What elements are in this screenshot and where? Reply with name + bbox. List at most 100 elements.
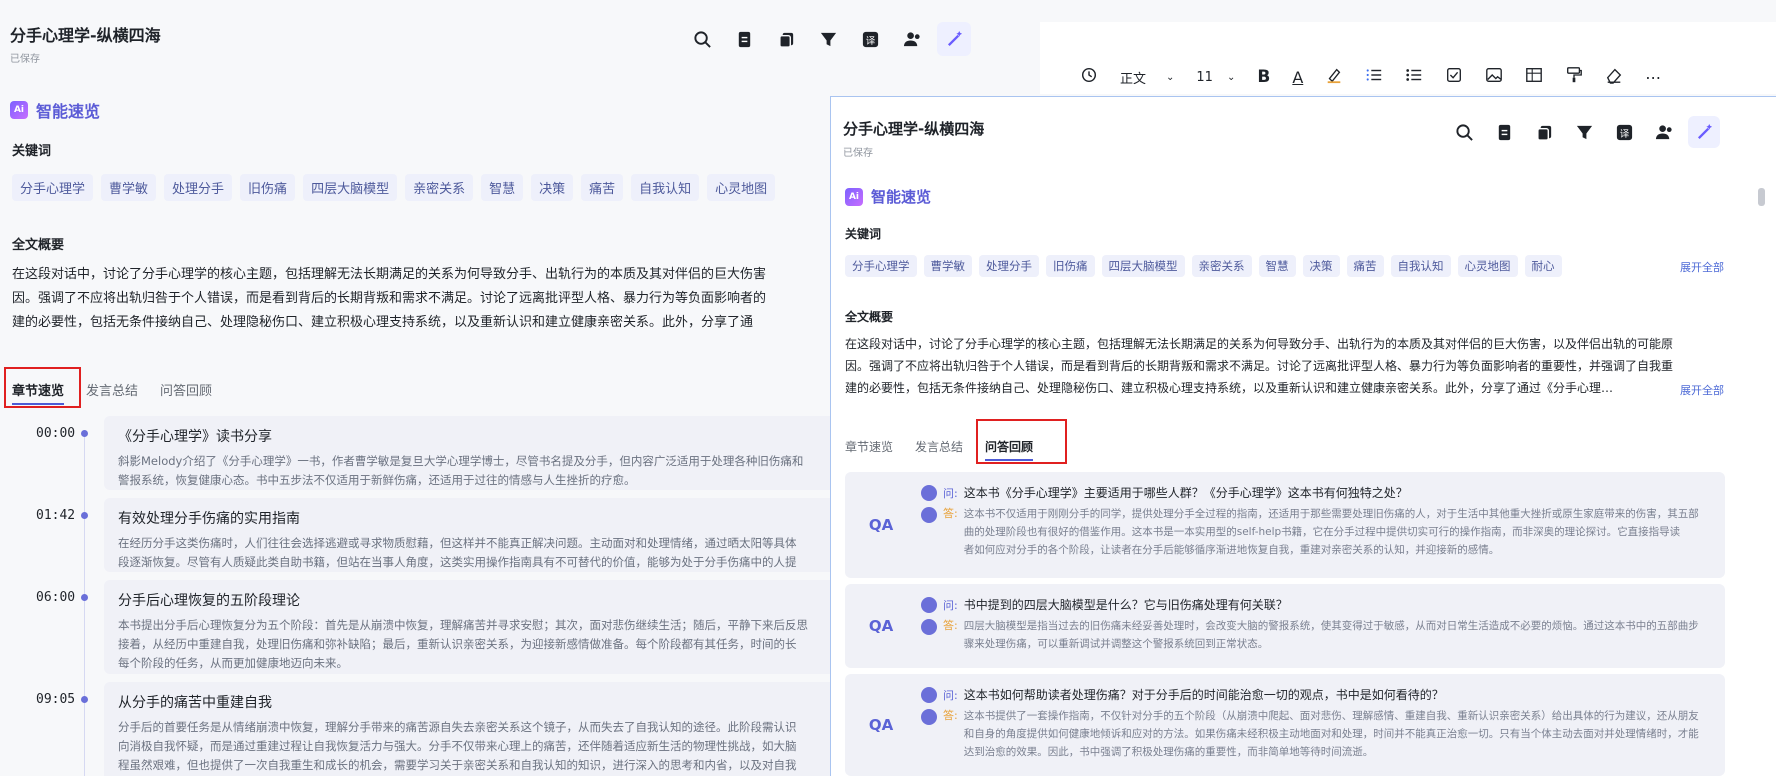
checkbox-icon[interactable] — [1445, 66, 1463, 88]
keyword-chip[interactable]: 处理分手 — [164, 174, 233, 201]
document-icon[interactable] — [727, 22, 761, 56]
panel-keywords-heading: 关键词 — [845, 227, 882, 241]
keyword-chip[interactable]: 心灵地图 — [1457, 255, 1518, 277]
qa-card[interactable]: QA 问: 书中提到的四层大脑模型是什么？它与旧伤痛处理有何关联？ 答: 四层大脑… — [845, 584, 1725, 668]
question-text: 这本书如何帮助读者处理伤痛？对于分手后的时间能治愈一切的观点，书中是如何看待的？ — [963, 688, 1444, 702]
tab-speech-summary[interactable]: 发言总结 — [915, 438, 963, 461]
people-icon[interactable] — [1648, 116, 1680, 148]
timeline-dot — [81, 594, 88, 601]
image-icon[interactable] — [1485, 66, 1503, 88]
answer-line: 和自身的角度提供如何健康地倾诉和应对的方法。如果伤痛未经积极主动地面对和处理，时… — [963, 728, 1699, 740]
qa-content: 问: 书中提到的四层大脑模型是什么？它与旧伤痛处理有何关联？ 答: 四层大脑模型是… — [917, 584, 1723, 668]
chapter-card[interactable]: 分手后心理恢复的五阶段理论 本书提出分手后心理恢复分为五个阶段：首先是从崩溃中恢… — [104, 580, 844, 674]
history-icon[interactable] — [1080, 66, 1098, 88]
chapter-line: 向消极自我怀疑，而是通过重建过程让自我恢复活力与强大。分手不仅带来心理上的痛苦，… — [118, 739, 797, 753]
keyword-chip[interactable]: 曹学敏 — [923, 255, 972, 277]
brand-label: 智能速览 — [36, 102, 101, 121]
panel-brand-label: 智能速览 — [871, 188, 932, 206]
keyword-chip[interactable]: 智慧 — [481, 174, 524, 201]
keyword-chip[interactable]: 亲密关系 — [405, 174, 474, 201]
highlighter-icon[interactable] — [1325, 66, 1343, 88]
panel-doc-title: 分手心理学-纵横四海 — [843, 120, 985, 138]
smart-overview-header: Ai 智能速览 — [10, 98, 100, 122]
keyword-chip[interactable]: 分手心理学 — [12, 174, 94, 201]
bullet-list-icon[interactable] — [1405, 66, 1423, 88]
search-icon[interactable] — [685, 22, 719, 56]
keyword-chip[interactable]: 智慧 — [1258, 255, 1296, 277]
translate-icon[interactable]: 译 — [1608, 116, 1640, 148]
keyword-chip[interactable]: 心灵地图 — [707, 174, 776, 201]
keyword-chip[interactable]: 自我认知 — [1390, 255, 1451, 277]
filter-icon[interactable] — [1568, 116, 1600, 148]
speaker-avatar — [921, 709, 937, 725]
keyword-chip[interactable]: 决策 — [1302, 255, 1340, 277]
chapter-line: 本书提出分手后心理恢复分为五个阶段：首先是从崩溃中恢复，理解痛苦并寻求安慰；其次… — [118, 618, 808, 632]
filter-icon[interactable] — [811, 22, 845, 56]
chapter-line: 分手后的首要任务是从情绪崩溃中恢复，理解分手带来的痛苦源自失去亲密关系这个镜子，… — [118, 720, 797, 734]
more-icon[interactable]: ⋯ — [1645, 68, 1661, 87]
timeline-dot — [81, 512, 88, 519]
qa-answer: 答: 这本书提供了一套操作指南，不仅针对分手的五个阶段（从崩溃中爬起、面对悲伤、… — [921, 707, 1715, 761]
keyword-chip[interactable]: 分手心理学 — [845, 255, 917, 277]
question-label: 问: — [943, 688, 958, 702]
chapter-time: 06:00 — [36, 590, 76, 605]
panel-scrollbar[interactable] — [1756, 178, 1766, 774]
tab-speech-summary[interactable]: 发言总结 — [86, 380, 138, 405]
tab-chapters[interactable]: 章节速览 — [845, 438, 893, 461]
magic-wand-icon[interactable] — [937, 22, 971, 56]
copy-icon[interactable] — [769, 22, 803, 56]
font-size-select[interactable]: 11 ⌄ — [1196, 70, 1235, 85]
chapter-time: 00:00 — [36, 426, 76, 441]
chapter-card[interactable]: 从分手的痛苦中重建自我 分手后的首要任务是从情绪崩溃中恢复，理解分手带来的痛苦源… — [104, 682, 844, 776]
format-painter-icon[interactable] — [1565, 66, 1583, 88]
ordered-list-icon[interactable] — [1365, 66, 1383, 88]
chapter-body: 在经历分手这类伤痛时，人们往往会选择逃避或寻求物质慰藉，但这样并不能真正解决问题… — [118, 534, 830, 572]
keyword-list: 分手心理学 曹学敏 处理分手 旧伤痛 四层大脑模型 亲密关系 智慧 决策 痛苦 … — [12, 174, 832, 201]
expand-summary-link[interactable]: 展开全部 — [1680, 382, 1724, 398]
keyword-chip[interactable]: 四层大脑模型 — [1101, 255, 1185, 277]
qa-card[interactable]: QA 问: 这本书《分手心理学》主要适用于哪些人群？《分手心理学》这本书有何独特之… — [845, 472, 1725, 578]
expand-keywords-link[interactable]: 展开全部 — [1680, 259, 1724, 275]
left-header-toolbar: 译 — [685, 22, 971, 56]
magic-wand-icon[interactable] — [1688, 116, 1720, 148]
tab-qa-review[interactable]: 问答回顾 — [160, 380, 212, 405]
qa-badge-icon: QA — [868, 516, 894, 534]
qa-badge-icon: QA — [868, 617, 894, 635]
scrollbar-thumb[interactable] — [1758, 188, 1765, 206]
summary-text: 在这段对话中，讨论了分手心理学的核心主题，包括理解无法长期满足的关系为何导致分手… — [12, 263, 832, 335]
table-icon[interactable] — [1525, 66, 1543, 88]
answer-line: 骤来处理伤痛，可以重新调试并调整这个警报系统回到正常状态。 — [963, 638, 1269, 650]
keyword-chip[interactable]: 决策 — [531, 174, 574, 201]
chapter-card[interactable]: 有效处理分手伤痛的实用指南 在经历分手这类伤痛时，人们往往会选择逃避或寻求物质慰… — [104, 498, 844, 572]
svg-text:译: 译 — [865, 35, 875, 46]
keyword-chip[interactable]: 曹学敏 — [101, 174, 157, 201]
font-color-button[interactable]: A — [1292, 68, 1303, 87]
eraser-icon[interactable] — [1605, 66, 1623, 88]
translate-icon[interactable]: 译 — [853, 22, 887, 56]
chapter-card[interactable]: 《分手心理学》读书分享 斜影Melody介绍了《分手心理学》一书，作者曹学敏是复… — [104, 416, 844, 490]
document-icon[interactable] — [1488, 116, 1520, 148]
keyword-chip[interactable]: 痛苦 — [581, 174, 624, 201]
keyword-chip[interactable]: 旧伤痛 — [1046, 255, 1095, 277]
keyword-chip[interactable]: 自我认知 — [631, 174, 700, 201]
paragraph-style-select[interactable]: 正文 ⌄ — [1120, 68, 1174, 87]
qa-card[interactable]: QA 问: 这本书如何帮助读者处理伤痛？对于分手后的时间能治愈一切的观点，书中是如… — [845, 674, 1725, 776]
panel-summary-heading: 全文概要 — [845, 310, 894, 324]
keyword-chip[interactable]: 处理分手 — [979, 255, 1039, 277]
font-size-label: 11 — [1196, 69, 1213, 85]
keyword-chip[interactable]: 耐心 — [1524, 255, 1562, 277]
question-text: 这本书《分手心理学》主要适用于哪些人群？《分手心理学》这本书有何独特之处？ — [963, 486, 1408, 500]
bold-button[interactable]: B — [1257, 67, 1270, 87]
keyword-chip[interactable]: 旧伤痛 — [240, 174, 296, 201]
keyword-chip[interactable]: 痛苦 — [1346, 255, 1384, 277]
copy-icon[interactable] — [1528, 116, 1560, 148]
answer-text: 这本书不仅适用于刚刚分手的同学，提供处理分手全过程的指南，还适用于那些需要处理旧… — [964, 505, 1715, 559]
keyword-chip[interactable]: 亲密关系 — [1191, 255, 1252, 277]
summary-heading: 全文概要 — [12, 238, 65, 253]
chapter-line: 警报系统，恢复健康心态。书中五步法不仅适用于新鲜伤痛，还适用于过往的情感与人生挫… — [118, 473, 636, 487]
speaker-avatar — [921, 507, 937, 523]
search-icon[interactable] — [1448, 116, 1480, 148]
keyword-chip[interactable]: 四层大脑模型 — [303, 174, 398, 201]
editor-toolbar: 正文 ⌄ 11 ⌄ B A ⋯ — [1040, 60, 1776, 94]
people-icon[interactable] — [895, 22, 929, 56]
